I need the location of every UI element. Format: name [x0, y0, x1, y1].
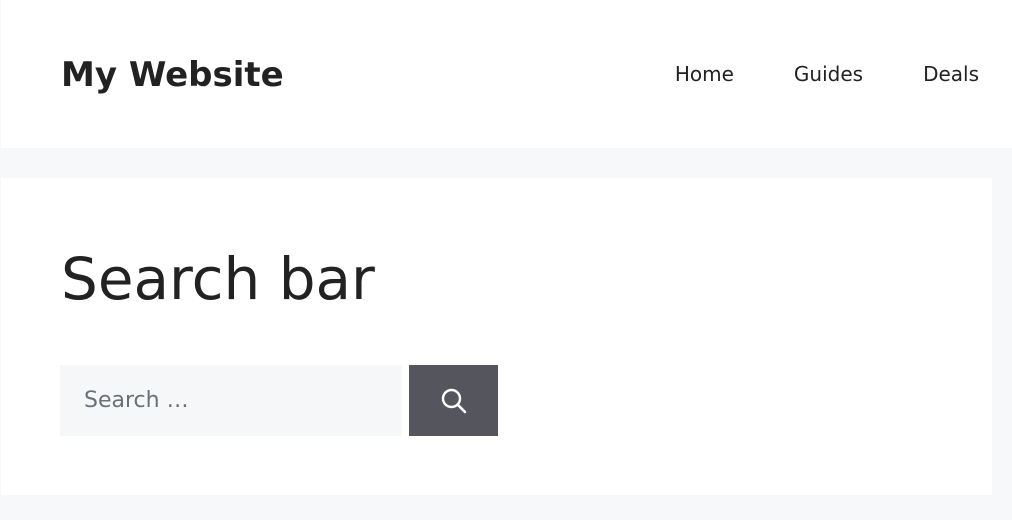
search-icon	[440, 387, 468, 415]
page-title: Search bar	[61, 245, 375, 313]
search-button[interactable]	[409, 365, 498, 436]
nav-item-deals[interactable]: Deals	[896, 58, 1012, 90]
site-title[interactable]: My Website	[61, 52, 284, 98]
content-card: Search bar	[1, 178, 992, 495]
search-form	[60, 365, 498, 436]
site-header: My Website Home Guides Deals	[1, 0, 1012, 148]
nav-item-home[interactable]: Home	[675, 58, 767, 90]
nav-item-guides[interactable]: Guides	[767, 58, 896, 90]
main-navigation: Home Guides Deals	[675, 58, 1012, 90]
search-input[interactable]	[60, 365, 402, 436]
